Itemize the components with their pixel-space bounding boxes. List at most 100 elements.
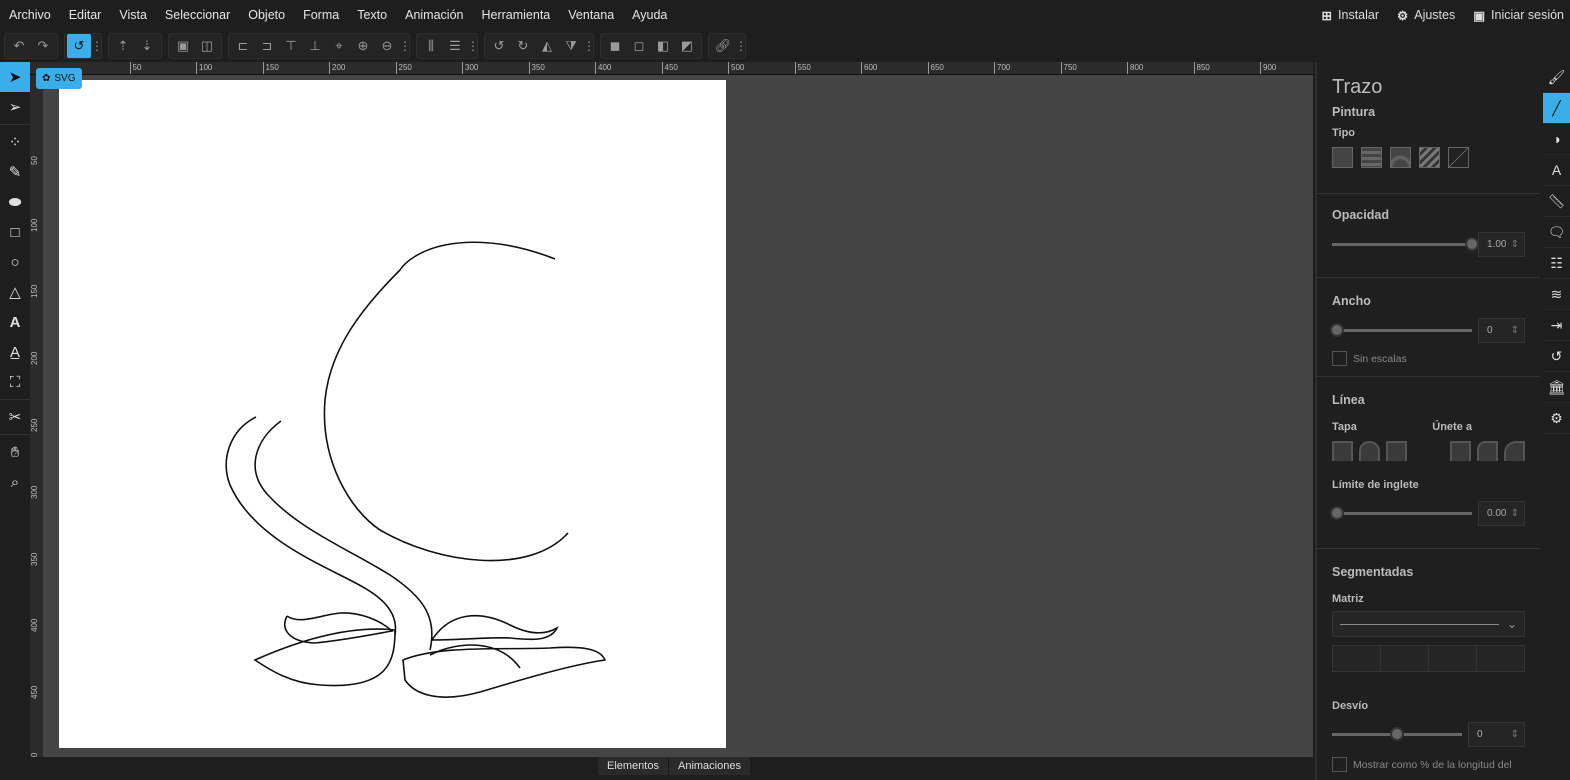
square-cap-icon[interactable]: [1386, 441, 1407, 461]
pattern-icon[interactable]: [1419, 147, 1440, 168]
canvas-area[interactable]: [43, 75, 1313, 757]
slider-knob[interactable]: [1465, 237, 1479, 251]
menu-texto[interactable]: Texto: [348, 8, 396, 22]
text-tool-icon[interactable]: A: [0, 307, 30, 337]
rectangle-tool-icon[interactable]: □: [0, 217, 30, 247]
ruler-icon[interactable]: 📏︎: [1543, 186, 1570, 217]
settings-button[interactable]: ⚙ Ajustes: [1397, 8, 1455, 23]
install-button[interactable]: ⊞ Instalar: [1322, 8, 1379, 23]
align-right-icon[interactable]: ⊐: [255, 34, 279, 58]
opacity-input[interactable]: 1.00: [1478, 232, 1525, 257]
list-icon[interactable]: ☷: [1543, 248, 1570, 279]
dash-pattern-dropdown[interactable]: ⌄: [1332, 611, 1525, 637]
fill-bucket-icon[interactable]: 🖌︎: [1543, 62, 1570, 93]
slider-knob[interactable]: [1330, 323, 1344, 337]
more-icon[interactable]: ⋮: [583, 39, 595, 53]
subtract-icon[interactable]: ◻: [627, 34, 651, 58]
zoom-tool-icon[interactable]: ⌕: [0, 467, 30, 497]
miter-join-icon[interactable]: [1450, 441, 1471, 461]
comment-icon[interactable]: 🗨︎: [1543, 217, 1570, 248]
no-scale-checkbox[interactable]: [1332, 351, 1347, 367]
pen-tool-icon[interactable]: ✎: [0, 157, 30, 187]
circle-tool-icon[interactable]: ○: [0, 247, 30, 277]
no-paint-icon[interactable]: [1448, 147, 1469, 168]
more-icon[interactable]: ⋮: [467, 39, 479, 53]
svg-element-badge[interactable]: ✿ SVG: [36, 68, 82, 89]
radial-gradient-icon[interactable]: [1390, 147, 1411, 168]
align-left-icon[interactable]: ⊏: [231, 34, 255, 58]
menu-seleccionar[interactable]: Seleccionar: [156, 8, 239, 22]
crop-tool-icon[interactable]: ⛶: [0, 367, 30, 397]
stroke-brush-icon[interactable]: ╱: [1543, 93, 1570, 124]
miter-slider[interactable]: [1330, 506, 1472, 520]
flip-v-icon[interactable]: ⧩: [559, 34, 583, 58]
flip-h-icon[interactable]: ◭: [535, 34, 559, 58]
scissors-tool-icon[interactable]: ✂: [0, 402, 30, 432]
menu-vista[interactable]: Vista: [110, 8, 156, 22]
linear-gradient-icon[interactable]: [1361, 147, 1382, 168]
align-middle-icon[interactable]: ⊕: [351, 34, 375, 58]
butt-cap-icon[interactable]: [1332, 441, 1353, 461]
align-center-icon[interactable]: ⌖: [327, 34, 351, 58]
more-icon[interactable]: ⋮: [399, 39, 411, 53]
round-cap-icon[interactable]: [1359, 441, 1380, 461]
text-path-tool-icon[interactable]: A̲: [0, 337, 30, 367]
contrast-icon[interactable]: ◑: [1543, 124, 1570, 155]
undo-icon[interactable]: ↶: [7, 34, 31, 58]
dash-array-grid[interactable]: [1332, 645, 1525, 672]
align-bottom-icon[interactable]: ⊥: [303, 34, 327, 58]
settings-gears-icon[interactable]: ⚙: [1543, 403, 1570, 434]
layers-icon[interactable]: ≋: [1543, 279, 1570, 310]
login-button[interactable]: ▣ Iniciar sesión: [1473, 8, 1564, 23]
align-top-icon[interactable]: ⊤: [279, 34, 303, 58]
menu-animacion[interactable]: Animación: [396, 8, 472, 22]
bevel-join-icon[interactable]: [1504, 441, 1525, 461]
redo-icon[interactable]: ↷: [31, 34, 55, 58]
offset-slider[interactable]: [1332, 727, 1462, 741]
drawing[interactable]: [59, 80, 726, 748]
ellipse-brush-icon[interactable]: ⬬: [0, 187, 30, 217]
select-tool-icon[interactable]: ➤: [0, 62, 30, 92]
round-join-icon[interactable]: [1477, 441, 1498, 461]
union-icon[interactable]: ◼: [603, 34, 627, 58]
raise-icon[interactable]: ⇡: [111, 34, 135, 58]
opacity-slider[interactable]: [1332, 237, 1479, 251]
ungroup-icon[interactable]: ◫: [195, 34, 219, 58]
intersect-icon[interactable]: ◧: [651, 34, 675, 58]
miter-input[interactable]: 0.00: [1478, 501, 1525, 526]
export-icon[interactable]: ⇥: [1543, 310, 1570, 341]
exclude-icon[interactable]: ◩: [675, 34, 699, 58]
rotate-left-icon[interactable]: ↺: [487, 34, 511, 58]
slider-knob[interactable]: [1390, 727, 1404, 741]
triangle-tool-icon[interactable]: △: [0, 277, 30, 307]
distribute-h-icon[interactable]: ⫼: [419, 34, 443, 58]
align-vcenter-icon[interactable]: ⊖: [375, 34, 399, 58]
font-icon[interactable]: A: [1543, 155, 1570, 186]
width-input[interactable]: 0: [1478, 318, 1525, 343]
hand-tool-icon[interactable]: ✋︎: [0, 437, 30, 467]
library-icon[interactable]: 🏛︎: [1543, 372, 1570, 403]
menu-archivo[interactable]: Archivo: [0, 8, 60, 22]
lower-icon[interactable]: ⇣: [135, 34, 159, 58]
menu-ayuda[interactable]: Ayuda: [623, 8, 676, 22]
menu-forma[interactable]: Forma: [294, 8, 348, 22]
menu-herramienta[interactable]: Herramienta: [472, 8, 559, 22]
tweak-tool-icon[interactable]: ⁘: [0, 127, 30, 157]
slider-knob[interactable]: [1330, 506, 1344, 520]
more-icon[interactable]: ⋮: [91, 39, 103, 53]
tab-elementos[interactable]: Elementos: [598, 757, 669, 775]
history-icon[interactable]: ↺: [1543, 341, 1570, 372]
percent-checkbox[interactable]: [1332, 757, 1347, 773]
tab-animaciones[interactable]: Animaciones: [668, 757, 751, 775]
menu-objeto[interactable]: Objeto: [239, 8, 294, 22]
group-icon[interactable]: ▣: [171, 34, 195, 58]
snap-icon[interactable]: ↺: [67, 34, 91, 58]
distribute-v-icon[interactable]: ☰: [443, 34, 467, 58]
flat-paint-icon[interactable]: [1332, 147, 1353, 168]
menu-editar[interactable]: Editar: [60, 8, 111, 22]
width-slider[interactable]: [1330, 323, 1472, 337]
menu-ventana[interactable]: Ventana: [559, 8, 623, 22]
artboard[interactable]: [59, 80, 726, 748]
link-icon[interactable]: 🔗︎: [711, 34, 735, 58]
rotate-right-icon[interactable]: ↻: [511, 34, 535, 58]
